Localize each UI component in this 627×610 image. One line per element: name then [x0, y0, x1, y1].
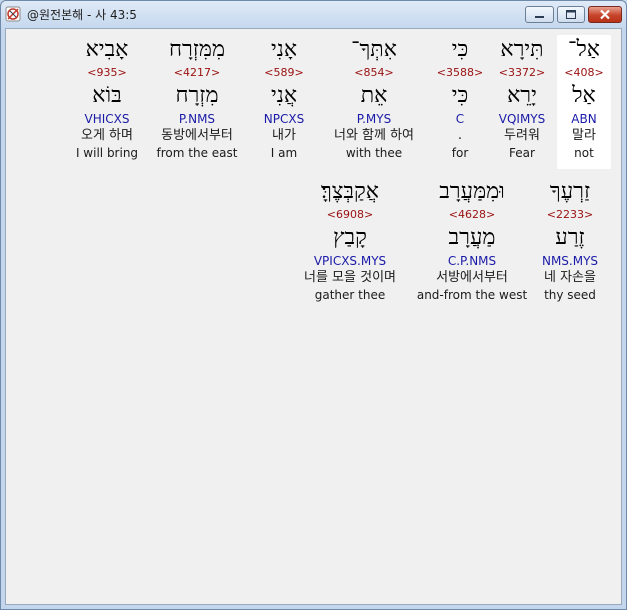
strong-number[interactable]: <589> [256, 65, 312, 81]
english-gloss: Fear [509, 146, 535, 160]
maximize-button[interactable] [557, 6, 585, 23]
english-gloss: and-from the west [416, 288, 528, 302]
hebrew-word: כִּי [451, 37, 469, 62]
korean-gloss: 서방에서부터 [436, 270, 508, 285]
strong-number[interactable]: <3372> [491, 65, 553, 81]
hebrew-word: זַרְעֶךָ [549, 179, 591, 204]
morphology-code[interactable]: ABN [557, 111, 611, 127]
hebrew-lemma: אֲנִי [270, 83, 298, 108]
korean-gloss: 네 자손을 [544, 270, 596, 285]
korean-gloss: 말라 [572, 128, 596, 143]
strong-number[interactable]: <2233> [530, 207, 610, 223]
morphology-code[interactable]: C [432, 111, 488, 127]
english-gloss: not [574, 146, 594, 160]
word-block[interactable]: תִּירָא <3372> יָרֵא VQIMYS 두려워 Fear [491, 35, 553, 161]
app-window: @원전본해 - 사 43:5 אַל־ <408> אַל ABN 말라 not [0, 0, 627, 610]
word-block[interactable]: אִתְּךָ־ <854> אֵת P.MYS 너와 함께 하여 with t… [320, 35, 428, 161]
strong-number[interactable]: <854> [320, 65, 428, 81]
korean-gloss: 동방에서부터 [161, 128, 233, 143]
korean-gloss: 내가 [272, 128, 296, 143]
hebrew-word: אַל־ [568, 37, 600, 62]
morphology-code[interactable]: NMS.MYS [530, 253, 610, 269]
minimize-button[interactable] [525, 6, 554, 23]
hebrew-lemma: קָבַץ [333, 225, 367, 250]
english-gloss: from the east [156, 146, 238, 160]
word-block[interactable]: כִּי <3588> כִּי C . for [432, 35, 488, 161]
morphology-code[interactable]: P.NMS [148, 111, 246, 127]
morphology-code[interactable]: P.MYS [320, 111, 428, 127]
morphology-code[interactable]: VQIMYS [491, 111, 553, 127]
morphology-code[interactable]: VHICXS [70, 111, 144, 127]
korean-gloss: 오게 하며 [81, 128, 133, 143]
english-gloss: for [451, 146, 469, 160]
hebrew-word: וּמִמַּעֲרָב [439, 179, 505, 204]
interlinear-panel: אַל־ <408> אַל ABN 말라 not תִּירָא <3372>… [5, 28, 622, 605]
korean-gloss: 너와 함께 하여 [333, 128, 415, 143]
english-gloss: with thee [345, 146, 403, 160]
hebrew-lemma: יָרֵא [507, 83, 537, 108]
english-gloss: gather thee [314, 288, 386, 302]
hebrew-lemma: מַעֲרָב [448, 225, 496, 250]
english-gloss: thy seed [544, 288, 596, 302]
hebrew-lemma: אֵת [360, 83, 388, 108]
hebrew-word: אָבִיא [85, 37, 129, 62]
morphology-code[interactable]: NPCXS [256, 111, 312, 127]
word-block[interactable]: מִמִּזְרָח <4217> מִזְרָח P.NMS 동방에서부터 f… [148, 35, 246, 161]
hebrew-lemma: זֶרַע [555, 225, 585, 250]
app-logo-icon [5, 6, 21, 22]
hebrew-word: מִמִּזְרָח [168, 37, 226, 62]
strong-number[interactable]: <4628> [416, 207, 528, 223]
hebrew-lemma: אַל [572, 83, 596, 108]
korean-gloss: 너를 모을 것이며 [304, 270, 396, 285]
korean-gloss: 두려워 [504, 128, 540, 143]
hebrew-word: אֲקַבְּצֶךָּ׃ [321, 179, 379, 204]
strong-number[interactable]: <935> [70, 65, 144, 81]
morphology-code[interactable]: VPICXS.MYS [288, 253, 412, 269]
hebrew-word: אָנִי [270, 37, 298, 62]
strong-number[interactable]: <4217> [148, 65, 246, 81]
english-gloss: I am [270, 146, 298, 160]
word-block[interactable]: זַרְעֶךָ <2233> זֶרַע NMS.MYS 네 자손을 thy … [530, 177, 610, 303]
hebrew-lemma: כִּי [451, 83, 469, 108]
word-block[interactable]: אֲקַבְּצֶךָּ׃ <6908> קָבַץ VPICXS.MYS 너를… [288, 177, 412, 303]
title-bar[interactable]: @원전본해 - 사 43:5 [1, 1, 626, 27]
english-gloss: I will bring [75, 146, 139, 160]
hebrew-word: תִּירָא [500, 37, 544, 62]
word-block[interactable]: וּמִמַּעֲרָב <4628> מַעֲרָב C.P.NMS 서방에서… [416, 177, 528, 303]
strong-number[interactable]: <3588> [432, 65, 488, 81]
close-button[interactable] [588, 6, 622, 23]
word-block[interactable]: אַל־ <408> אַל ABN 말라 not [557, 35, 611, 169]
window-title: @원전본해 - 사 43:5 [27, 8, 137, 22]
word-block[interactable]: אָבִיא <935> בּוֹא VHICXS 오게 하며 I will b… [70, 35, 144, 161]
morphology-code[interactable]: C.P.NMS [416, 253, 528, 269]
hebrew-lemma: בּוֹא [92, 83, 122, 108]
korean-gloss: . [457, 128, 463, 143]
strong-number[interactable]: <408> [557, 65, 611, 81]
strong-number[interactable]: <6908> [288, 207, 412, 223]
hebrew-word: אִתְּךָ־ [351, 37, 397, 62]
word-block[interactable]: אָנִי <589> אֲנִי NPCXS 내가 I am [256, 35, 312, 161]
hebrew-lemma: מִזְרָח [175, 83, 219, 108]
